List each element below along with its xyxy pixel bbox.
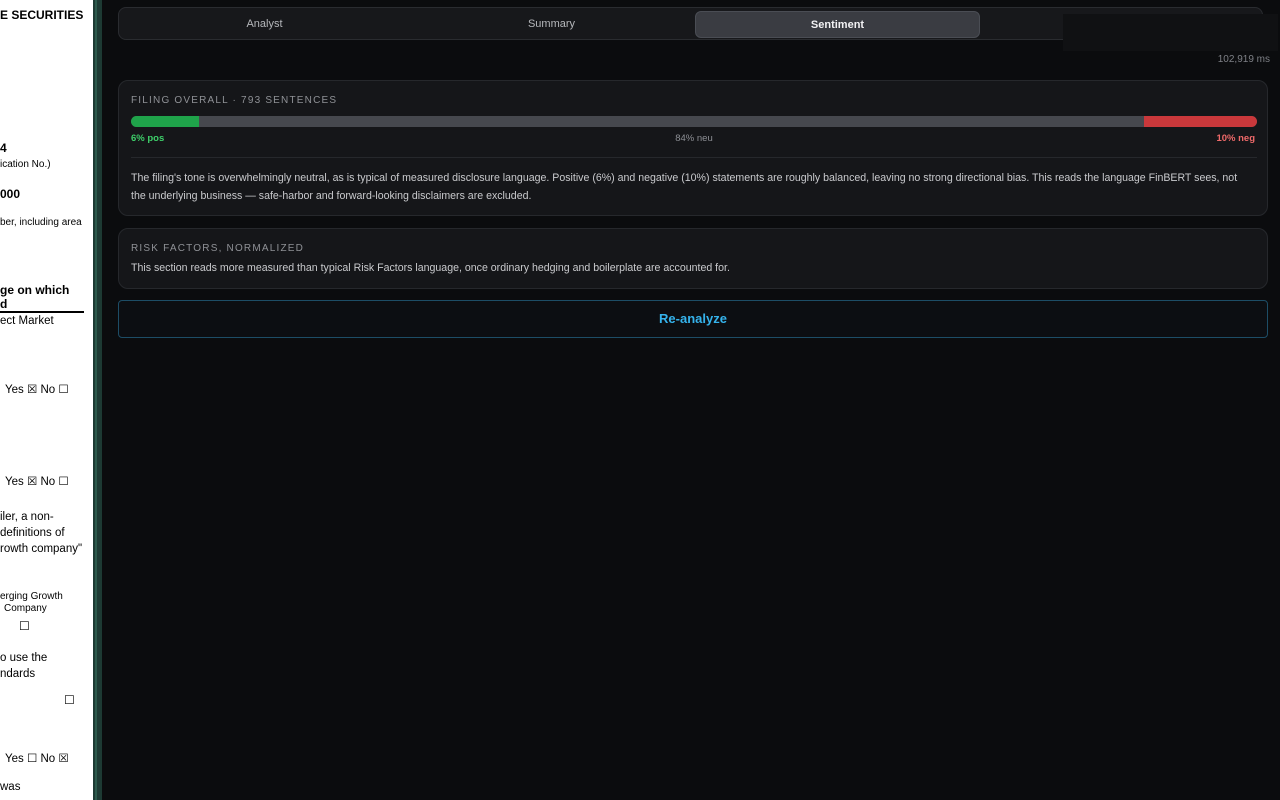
- doc-line: ect Market: [0, 315, 54, 327]
- doc-line: ber, including area: [0, 217, 82, 228]
- filing-overall-card: FILING OVERALL · 793 SENTENCES 84% neu 6…: [118, 80, 1268, 216]
- positive-label: 6% pos: [131, 133, 165, 144]
- divider: [131, 157, 1257, 158]
- doc-line: E SECURITIES: [0, 8, 84, 22]
- doc-line: ndards: [0, 668, 36, 680]
- analysis-pane: Analyst Summary Sentiment 102,919 ms FIL…: [102, 0, 1280, 800]
- risk-factors-heading: RISK FACTORS, NORMALIZED: [131, 243, 305, 254]
- doc-line: definitions of: [0, 527, 65, 539]
- doc-checkbox-line: Yes ☒ No ☐: [5, 384, 69, 396]
- document-pane: E SECURITIES 4 ication No.) 000 ber, inc…: [0, 0, 93, 800]
- doc-line: 000: [0, 187, 21, 201]
- pane-divider[interactable]: [93, 0, 102, 800]
- doc-line: erging Growth: [0, 591, 63, 602]
- risk-factors-description: This section reads more measured than ty…: [131, 262, 730, 274]
- filing-overall-heading: FILING OVERALL · 793 SENTENCES: [131, 95, 338, 106]
- filing-overall-description: The filing's tone is overwhelmingly neut…: [131, 172, 1238, 202]
- reanalyze-button[interactable]: Re-analyze: [118, 300, 1268, 338]
- doc-line: ge on which: [0, 283, 70, 297]
- tab-analyst[interactable]: Analyst: [121, 11, 408, 38]
- tab-summary[interactable]: Summary: [408, 11, 695, 38]
- doc-line: o use the: [0, 652, 48, 664]
- sentiment-bar: [131, 116, 1257, 127]
- sentiment-bar-positive: [131, 116, 199, 127]
- doc-line: Company: [4, 603, 47, 614]
- doc-line: rowth company": [0, 543, 83, 555]
- doc-checkbox-line: Yes ☐ No ☒: [5, 753, 69, 765]
- doc-line: ication No.): [0, 159, 51, 170]
- doc-checkbox: ☐: [19, 619, 30, 633]
- doc-checkbox: ☐: [64, 693, 75, 707]
- neutral-label: 84% neu: [675, 133, 713, 144]
- doc-line: was: [0, 781, 21, 793]
- elapsed-time: 102,919 ms: [1217, 54, 1270, 65]
- doc-checkbox-line: Yes ☒ No ☐: [5, 476, 69, 488]
- doc-rule: [0, 311, 84, 313]
- tab-sentiment[interactable]: Sentiment: [695, 11, 980, 38]
- sentiment-bar-neutral: [198, 116, 1145, 127]
- tab-overlay: [1063, 14, 1278, 51]
- sentiment-bar-negative: [1144, 116, 1257, 127]
- negative-label: 10% neg: [1216, 133, 1255, 144]
- doc-line: d: [0, 297, 8, 311]
- doc-line: iler, a non-: [0, 511, 54, 523]
- doc-line: 4: [0, 141, 7, 155]
- risk-factors-card: RISK FACTORS, NORMALIZED This section re…: [118, 228, 1268, 289]
